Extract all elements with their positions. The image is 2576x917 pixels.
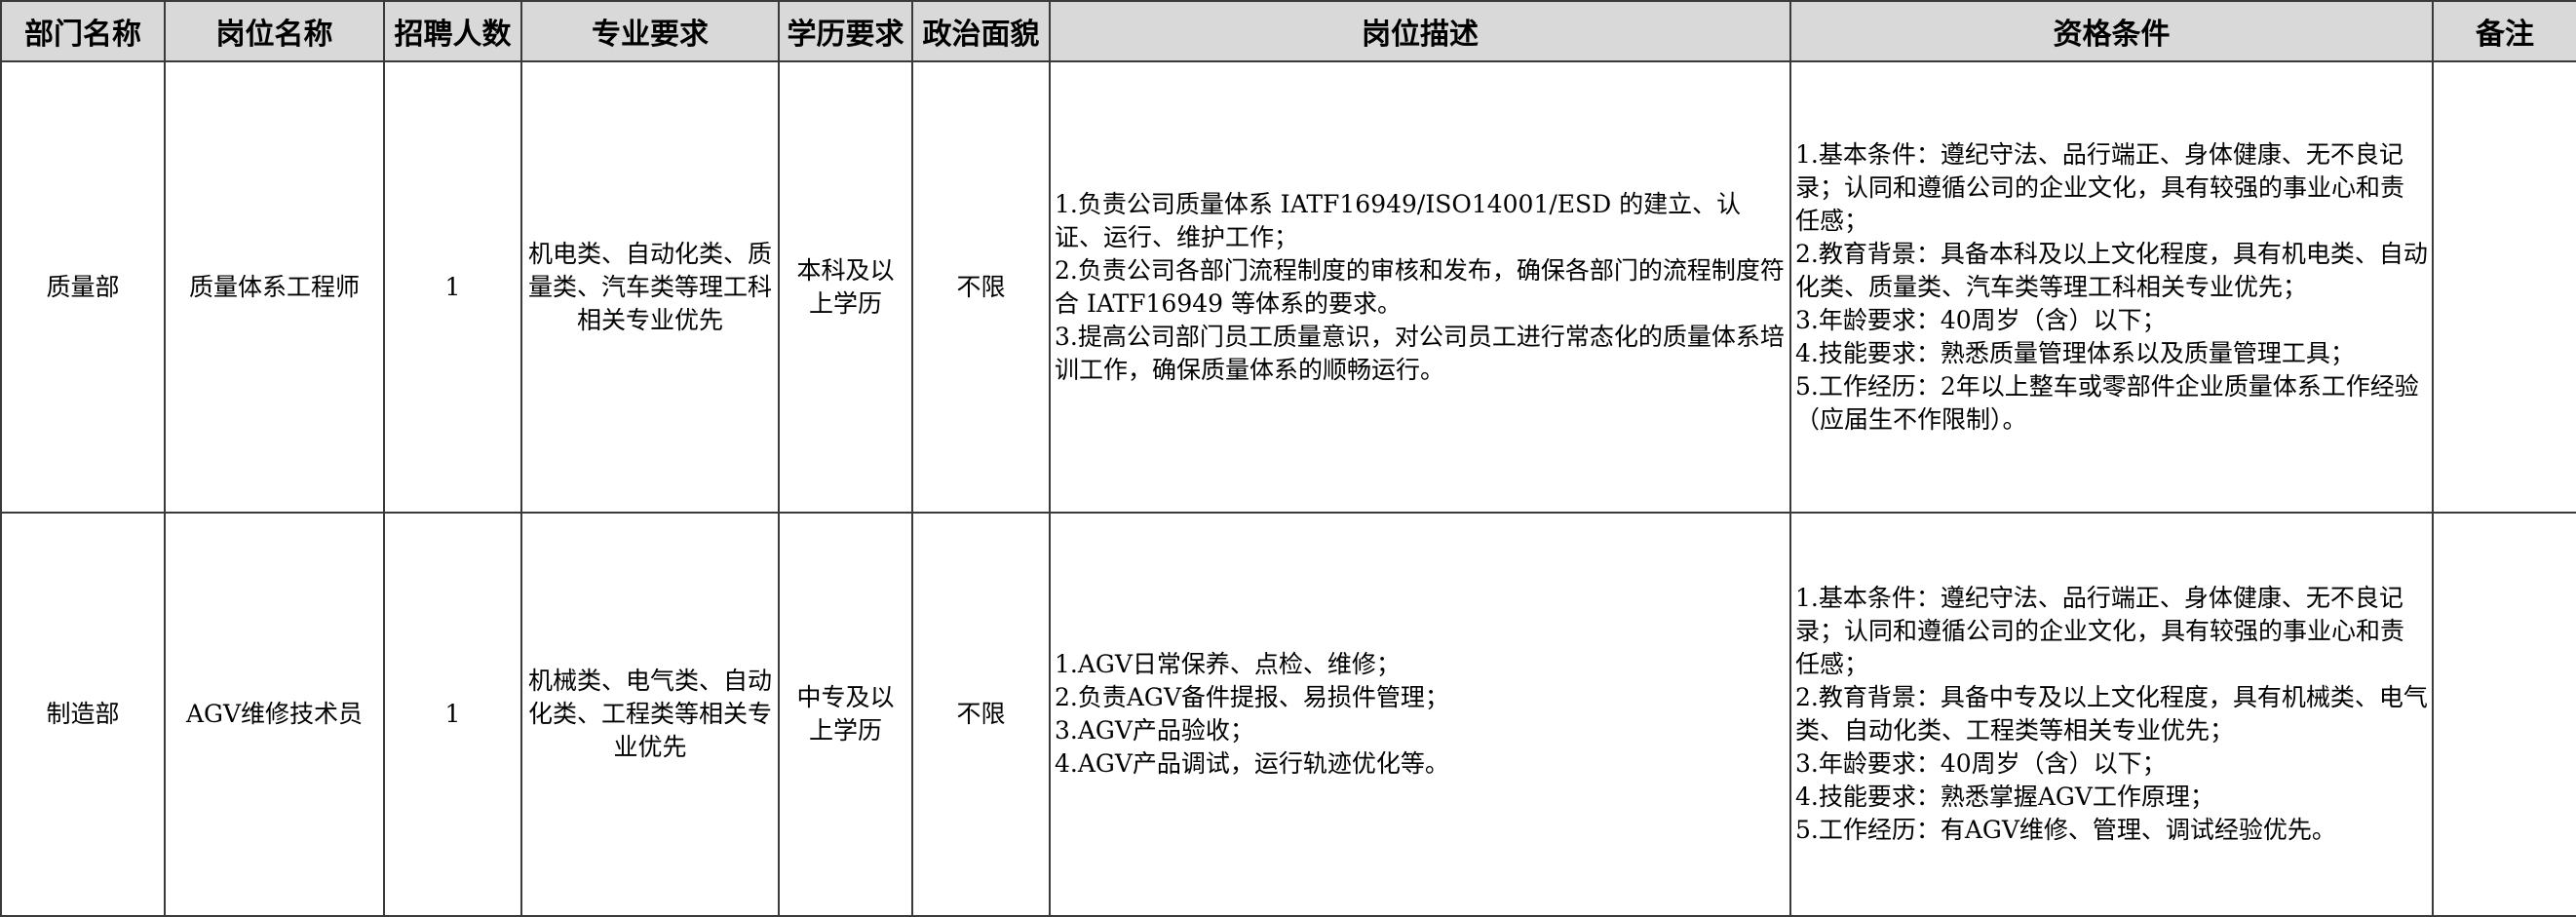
department-cell: 制造部 [0,512,166,917]
education-cell: 本科及以上学历 [778,60,913,514]
qualification-line: 2.教育背景：具备中专及以上文化程度，具有机械类、电气类、自动化类、工程类等相关… [1795,683,2428,745]
header-position: 岗位名称 [164,0,385,62]
description-line: 2.负责AGV备件提报、易损件管理； [1055,683,1449,711]
header-major: 专业要求 [520,0,780,62]
description-line: 3.提高公司部门员工质量意识，对公司员工进行常态化的质量体系培训工作，确保质量体… [1055,322,1785,384]
table-row: 制造部 AGV维修技术员 1 机械类、电气类、自动化类、工程类等相关专业优先 中… [0,512,2576,917]
qualification-line: 5.工作经历：2年以上整车或零部件企业质量体系工作经验（应届生不作限制）。 [1795,371,2419,434]
header-description: 岗位描述 [1049,0,1791,62]
qualification-line: 3.年龄要求：40周岁（含）以下； [1795,749,2167,778]
count-cell: 1 [383,512,522,917]
count-cell: 1 [383,60,522,514]
description-line: 3.AGV产品验收； [1055,716,1254,745]
political-cell: 不限 [911,512,1051,917]
description-line: 2.负责公司各部门流程制度的审核和发布，确保各部门的流程制度符合 IATF169… [1055,255,1785,318]
header-political: 政治面貌 [911,0,1051,62]
header-education: 学历要求 [778,0,913,62]
header-remarks: 备注 [2432,0,2576,62]
department-cell: 质量部 [0,60,166,514]
qualification-line: 5.工作经历：有AGV维修、管理、调试经验优先。 [1795,816,2336,844]
description-cell: 1.AGV日常保养、点检、维修； 2.负责AGV备件提报、易损件管理； 3.AG… [1049,512,1791,917]
qualifications-cell: 1.基本条件：遵纪守法、品行端正、身体健康、无不良记录；认同和遵循公司的企业文化… [1789,512,2434,917]
education-cell: 中专及以上学历 [778,512,913,917]
position-cell: AGV维修技术员 [164,512,385,917]
political-cell: 不限 [911,60,1051,514]
description-cell: 1.负责公司质量体系 IATF16949/ISO14001/ESD 的建立、认证… [1049,60,1791,514]
description-line: 1.AGV日常保养、点检、维修； [1055,650,1401,678]
remarks-cell [2432,512,2576,917]
remarks-cell [2432,60,2576,514]
recruitment-table: 部门名称 岗位名称 招聘人数 专业要求 学历要求 政治面貌 岗位描述 资格条件 … [0,0,2576,917]
major-cell: 机电类、自动化类、质量类、汽车类等理工科相关专业优先 [520,60,780,514]
header-department: 部门名称 [0,0,166,62]
major-cell: 机械类、电气类、自动化类、工程类等相关专业优先 [520,512,780,917]
qualification-line: 1.基本条件：遵纪守法、品行端正、身体健康、无不良记录；认同和遵循公司的企业文化… [1795,584,2405,678]
header-row: 部门名称 岗位名称 招聘人数 专业要求 学历要求 政治面貌 岗位描述 资格条件 … [0,0,2576,62]
qualification-line: 1.基本条件：遵纪守法、品行端正、身体健康、无不良记录；认同和遵循公司的企业文化… [1795,139,2405,235]
qualification-line: 4.技能要求：熟悉掌握AGV工作原理； [1795,783,2214,811]
description-line: 4.AGV产品调试，运行轨迹优化等。 [1055,749,1449,778]
table-row: 质量部 质量体系工程师 1 机电类、自动化类、质量类、汽车类等理工科相关专业优先… [0,60,2576,514]
qualification-line: 3.年龄要求：40周岁（含）以下； [1795,305,2167,334]
header-qualifications: 资格条件 [1789,0,2434,62]
qualification-line: 4.技能要求：熟悉质量管理体系以及质量管理工具； [1795,338,2355,367]
description-line: 1.负责公司质量体系 IATF16949/ISO14001/ESD 的建立、认证… [1055,189,1742,251]
position-cell: 质量体系工程师 [164,60,385,514]
header-count: 招聘人数 [383,0,522,62]
qualifications-cell: 1.基本条件：遵纪守法、品行端正、身体健康、无不良记录；认同和遵循公司的企业文化… [1789,60,2434,514]
qualification-line: 2.教育背景：具备本科及以上文化程度，具有机电类、自动化类、质量类、汽车类等理工… [1795,239,2428,301]
